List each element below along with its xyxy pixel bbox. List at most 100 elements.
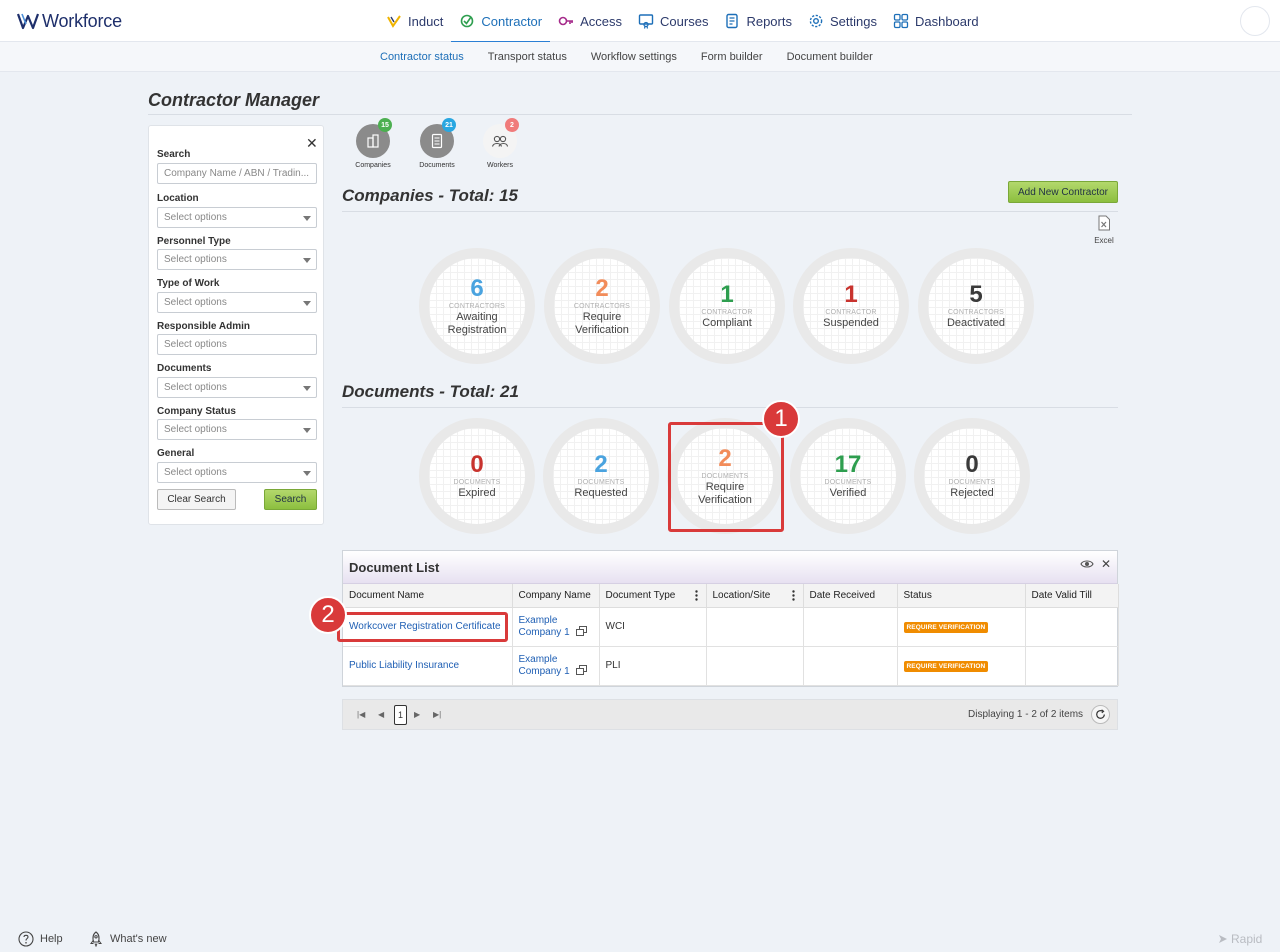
help-link[interactable]: Help [18,931,63,947]
whats-new-link[interactable]: What's new [88,931,167,947]
add-new-contractor-button[interactable]: Add New Contractor [1008,181,1118,203]
stat-requested[interactable]: 2 DOCUMENTS Requested [543,418,659,534]
stat-awaiting-registration[interactable]: 6 CONTRACTORS Awaiting Registration [419,248,535,364]
responsible-admin-select[interactable]: Select options [157,334,317,355]
column-menu-icon[interactable] [791,590,795,601]
open-window-icon[interactable] [576,665,588,675]
prev-page-icon[interactable]: ◀ [378,710,384,719]
reports-icon [726,13,739,29]
document-type-cell: PLI [599,646,707,686]
col-company-name[interactable]: Company Name [512,584,600,608]
company-status-select[interactable]: Select options [157,419,317,440]
personnel-type-select[interactable]: Select options [157,249,317,270]
responsible-admin-label: Responsible Admin [157,321,250,332]
nav-induct[interactable]: Induct [378,0,451,42]
documents-section-title: Documents - Total: 21 [342,382,519,401]
subnav-transport-status[interactable]: Transport status [488,51,567,63]
company-name-link[interactable]: Example Company 1 [519,615,570,638]
nav-access[interactable]: Access [550,0,630,42]
stat-value: 1 [844,281,858,308]
excel-export[interactable]: Excel [1090,215,1118,245]
column-menu-icon[interactable] [694,590,698,601]
summary-documents[interactable]: 21 Documents [412,118,462,169]
subnav-form-builder[interactable]: Form builder [701,51,763,63]
refresh-glyph-icon [1096,709,1105,719]
stat-value: 5 [969,281,983,308]
type-of-work-label: Type of Work [157,278,220,289]
general-label: General [157,448,195,459]
nav-reports-label: Reports [746,13,792,29]
eye-icon[interactable] [1080,559,1094,569]
stat-caption: DOCUMENTS [577,479,625,486]
nav-contractor[interactable]: Contractor [451,0,550,43]
status-cell: REQUIRE VERIFICATION [897,607,1026,647]
stat-companies-require-verification[interactable]: 2 CONTRACTORS Require Verification [544,248,660,364]
stat-label: Awaiting Registration [447,310,507,336]
subnav-contractor-status[interactable]: Contractor status [380,51,464,63]
stat-rejected[interactable]: 0 DOCUMENTS Rejected [914,418,1030,534]
status-badge: REQUIRE VERIFICATION [903,621,989,633]
nav-courses[interactable]: Courses [630,0,716,42]
first-page-icon[interactable]: |◀ [357,710,365,719]
pager: |◀ ◀ 1 ▶ ▶| Displaying 1 - 2 of 2 items [342,699,1118,730]
documents-select[interactable]: Select options [157,377,317,398]
stat-label: Suspended [823,317,879,329]
workforce-logo[interactable]: Workforce [17,10,122,32]
last-page-icon[interactable]: ▶| [433,710,441,719]
summary-workers[interactable]: 2 Workers [475,118,525,169]
close-filter-icon[interactable]: ✕ [306,135,318,152]
callout-highlight-2 [337,612,508,642]
stat-verified[interactable]: 17 DOCUMENTS Verified [790,418,906,534]
company-name-link[interactable]: Example Company 1 [519,654,570,677]
stat-caption: DOCUMENTS [453,479,501,486]
stat-caption: CONTRACTORS [573,302,631,310]
induct-icon [387,15,401,28]
clear-search-button[interactable]: Clear Search [157,489,236,510]
document-icon [431,133,443,149]
stat-caption: DOCUMENTS [948,479,996,486]
close-list-icon[interactable]: ✕ [1101,557,1111,571]
search-input[interactable]: Company Name / ABN / Tradin... [157,163,317,184]
stat-suspended[interactable]: 1 CONTRACTOR Suspended [793,248,909,364]
document-name-link[interactable]: Public Liability Insurance [349,660,459,671]
subnav-document-builder[interactable]: Document builder [787,51,873,63]
stat-compliant[interactable]: 1 CONTRACTOR Compliant [669,248,785,364]
next-page-icon[interactable]: ▶ [414,710,420,719]
search-label: Search [157,149,191,160]
open-window-icon[interactable] [576,626,588,636]
nav-reports[interactable]: Reports [716,0,800,42]
stat-caption: CONTRACTORS [448,302,506,310]
rocket-icon [90,931,102,947]
subnav-workflow-settings[interactable]: Workflow settings [591,51,677,63]
documents-label: Documents [157,363,212,374]
companies-divider [342,211,1118,212]
excel-icon [1098,215,1110,231]
stat-expired[interactable]: 0 DOCUMENTS Expired [419,418,535,534]
refresh-icon[interactable] [1091,705,1110,724]
col-location-site[interactable]: Location/Site [706,584,804,608]
current-page[interactable]: 1 [394,705,407,725]
col-document-type[interactable]: Document Type [599,584,707,608]
date-received-cell [803,607,898,647]
location-label: Location [157,193,199,204]
stat-deactivated[interactable]: 5 CONTRACTORS Deactivated [918,248,1034,364]
summary-companies[interactable]: 15 Companies [348,118,398,169]
col-date-valid-till[interactable]: Date Valid Till [1025,584,1119,608]
date-received-cell [803,646,898,686]
date-valid-cell [1025,646,1119,686]
nav-dashboard-label: Dashboard [914,13,979,29]
nav-dashboard[interactable]: Dashboard [885,0,987,42]
callout-number-1: 1 [762,400,800,438]
nav-settings[interactable]: Settings [800,0,885,42]
user-avatar[interactable] [1240,6,1270,36]
general-select[interactable]: Select options [157,462,317,483]
col-status[interactable]: Status [897,584,1026,608]
callout-number-2: 2 [309,596,347,634]
nav-access-label: Access [580,13,623,29]
search-button[interactable]: Search [264,489,317,510]
location-select[interactable]: Select options [157,207,317,228]
stat-caption: DOCUMENTS [824,479,872,486]
col-document-name[interactable]: Document Name [343,584,513,608]
col-date-received[interactable]: Date Received [803,584,898,608]
type-of-work-select[interactable]: Select options [157,292,317,313]
